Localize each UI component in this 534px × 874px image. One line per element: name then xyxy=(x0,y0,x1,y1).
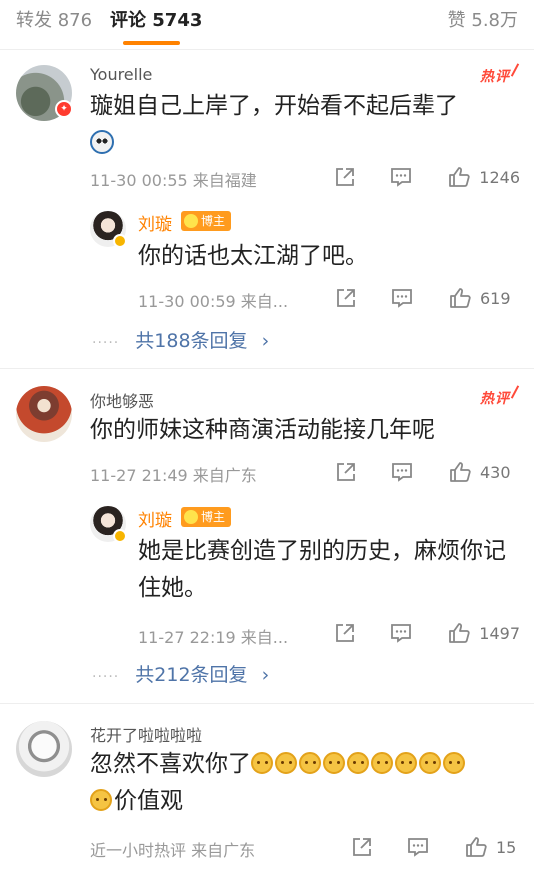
avatar[interactable] xyxy=(16,386,72,442)
share-icon xyxy=(336,168,355,186)
reply-username[interactable]: 刘璇 xyxy=(138,210,172,235)
comment-username[interactable]: Yourelle xyxy=(90,65,152,84)
active-tab-indicator xyxy=(123,41,180,45)
reply-username[interactable]: 刘璇 xyxy=(138,506,172,531)
doge-emoji-icon xyxy=(299,752,321,774)
tab-repost[interactable]: 转发 876 xyxy=(16,6,92,32)
comment-icon xyxy=(392,463,412,482)
share-icon xyxy=(337,289,355,307)
doge-emoji-icon xyxy=(371,752,393,774)
thumbs-up-icon xyxy=(450,462,471,482)
like-button[interactable]: 1246 xyxy=(413,164,520,190)
share-button[interactable] xyxy=(318,834,374,860)
comment-tabs: 转发 876 评论 5743 赞 5.8万 xyxy=(0,0,534,50)
doge-emoji-icon xyxy=(323,752,345,774)
verified-badge-icon xyxy=(113,234,127,248)
share-icon xyxy=(353,838,371,856)
comment-text-suffix: 价值观 xyxy=(114,788,183,814)
tab-comments[interactable]: 评论 5743 xyxy=(110,6,202,32)
comment-username[interactable]: 花开了啦啦啦啦 xyxy=(90,722,202,746)
thumbs-up-icon xyxy=(466,837,487,857)
like-count: 1497 xyxy=(479,623,520,643)
thumbs-up-icon xyxy=(449,623,470,643)
comment-actions: 15 xyxy=(318,834,520,860)
reply-actions: 619 xyxy=(302,285,520,311)
share-icon xyxy=(336,624,355,642)
more-replies-label: 共212条回复 xyxy=(135,664,248,686)
comment-meta: 11-27 21:49 来自广东 xyxy=(90,466,257,485)
thumbs-up-icon xyxy=(450,288,471,308)
chevron-right-icon: › xyxy=(261,664,270,686)
reply-meta: 11-30 00:59 来自... xyxy=(138,292,289,311)
comment-icon xyxy=(408,838,428,857)
doge-emoji-icon xyxy=(90,789,112,811)
comment-text: 忽然不喜欢你了 价值观 xyxy=(90,746,510,820)
like-count: 15 xyxy=(496,837,517,857)
comment-actions: 1246 xyxy=(301,164,520,190)
doge-emoji-icon xyxy=(347,752,369,774)
like-button[interactable]: 1497 xyxy=(413,620,520,646)
like-button[interactable]: 15 xyxy=(430,834,520,860)
comment-username[interactable]: 你地够恶 xyxy=(90,388,154,412)
panda-emoji-icon xyxy=(90,130,114,154)
reply-text: 她是比赛创造了别的历史，麻烦你记住她。 xyxy=(138,538,506,601)
reply-meta: 11-27 22:19 来自... xyxy=(138,628,289,647)
thumbs-up-icon xyxy=(449,167,470,187)
comment-icon xyxy=(392,289,412,308)
dots-divider: ····· xyxy=(92,335,120,351)
share-button[interactable] xyxy=(302,285,358,311)
comment-text: 你的师妹这种商演活动能接几年呢 xyxy=(90,417,435,443)
comment-icon xyxy=(391,624,412,643)
reply-text: 你的话也太江湖了吧。 xyxy=(138,243,368,269)
share-icon xyxy=(337,463,355,481)
like-count: 430 xyxy=(480,462,511,482)
avatar[interactable] xyxy=(16,721,72,777)
more-replies-label: 共188条回复 xyxy=(135,330,248,352)
doge-emoji-icon xyxy=(443,752,465,774)
reply-button[interactable] xyxy=(358,285,414,311)
doge-emoji-icon xyxy=(395,752,417,774)
like-count: 1246 xyxy=(479,167,520,187)
tab-likes[interactable]: 赞 5.8万 xyxy=(448,6,518,32)
share-button[interactable] xyxy=(302,459,358,485)
divider xyxy=(0,703,534,704)
comment-meta: 近一小时热评 来自广东 xyxy=(90,841,256,860)
doge-emoji-icon xyxy=(251,752,273,774)
chevron-right-icon: › xyxy=(261,330,270,352)
comment-text-content: 忽然不喜欢你了 xyxy=(90,751,251,777)
comment-text: 璇姐自己上岸了，开始看不起后辈了 xyxy=(90,88,510,162)
comment-meta: 11-30 00:55 来自福建 xyxy=(90,171,257,190)
like-button[interactable]: 619 xyxy=(414,285,520,311)
doge-emoji-icon xyxy=(419,752,441,774)
hot-comment-badge: 热评 xyxy=(480,66,510,86)
share-button[interactable] xyxy=(301,164,357,190)
share-button[interactable] xyxy=(301,620,357,646)
verified-badge-icon xyxy=(113,529,127,543)
comment-icon xyxy=(391,168,412,187)
doge-emoji-icon xyxy=(275,752,297,774)
view-more-replies-link[interactable]: ····· 共212条回复 › xyxy=(92,660,269,687)
blogger-badge: 博主 xyxy=(181,211,232,231)
verified-badge-icon: ✦ xyxy=(55,100,73,118)
dots-divider: ····· xyxy=(92,669,120,685)
hot-comment-badge: 热评 xyxy=(480,388,510,408)
reply-actions: 1497 xyxy=(301,620,520,646)
divider xyxy=(0,368,534,369)
reply-button[interactable] xyxy=(357,164,413,190)
comment-text-content: 璇姐自己上岸了，开始看不起后辈了 xyxy=(90,93,458,119)
blogger-badge: 博主 xyxy=(181,507,232,527)
view-more-replies-link[interactable]: ····· 共188条回复 › xyxy=(92,326,269,353)
like-button[interactable]: 430 xyxy=(414,459,520,485)
reply-button[interactable] xyxy=(357,620,413,646)
comment-actions: 430 xyxy=(302,459,520,485)
reply-button[interactable] xyxy=(374,834,430,860)
reply-button[interactable] xyxy=(358,459,414,485)
like-count: 619 xyxy=(480,288,511,308)
